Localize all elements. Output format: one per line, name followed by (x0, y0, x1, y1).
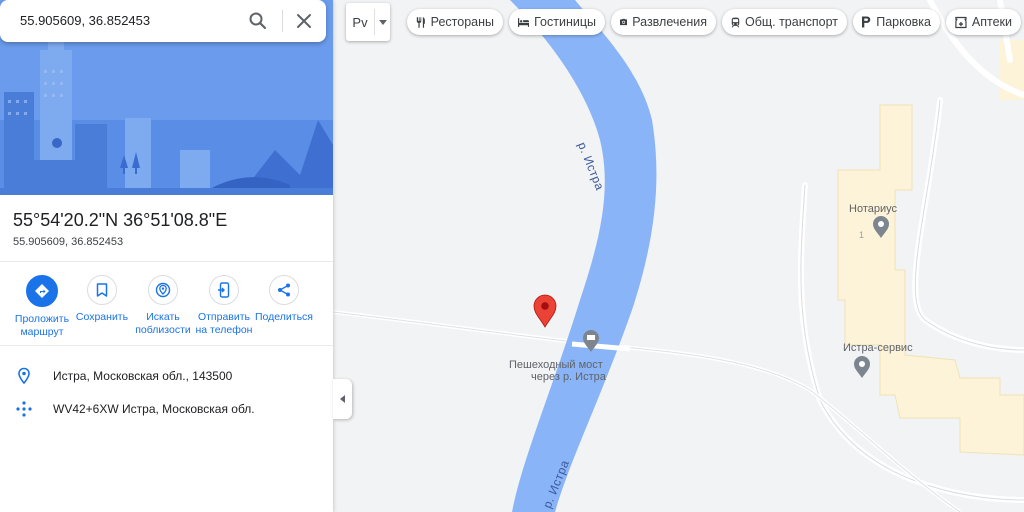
chip-entertainment-label: Развлечения (632, 15, 707, 29)
notary-label[interactable]: Нотариус (849, 203, 897, 215)
chevron-left-icon (339, 395, 345, 403)
caret-down-icon[interactable] (375, 3, 390, 41)
location-pin-icon (15, 367, 33, 385)
restaurant-icon (416, 16, 425, 28)
address-row[interactable]: Истра, Московская обл., 143500 (0, 361, 333, 391)
nearby-label-2: поблизости (135, 324, 191, 336)
chip-hotels[interactable]: Гостиницы (509, 9, 605, 35)
chip-transit-label: Общ. транспорт (744, 15, 838, 29)
save-label: Сохранить (75, 311, 129, 323)
layers-control[interactable]: Рv (346, 3, 390, 41)
nearby-icon (148, 275, 178, 305)
directions-icon (26, 275, 58, 307)
chip-parking[interactable]: Парковка (853, 9, 940, 35)
search-divider (282, 10, 283, 32)
search-input[interactable] (20, 13, 240, 28)
directions-label-2: маршрут (20, 326, 64, 338)
directions-label-1: Проложить (14, 313, 70, 325)
send-label-1: Отправить (197, 311, 251, 323)
place-subtitle: 55.905609, 36.852453 (13, 236, 124, 248)
parking-icon (862, 16, 871, 28)
address-text: Истра, Московская обл., 143500 (53, 369, 233, 383)
share-icon (269, 275, 299, 305)
building-number: 1 (859, 230, 865, 240)
camera-icon (620, 18, 628, 26)
bookmark-icon (87, 275, 117, 305)
place-title: 55°54'20.2"N 36°51'08.8"E (13, 210, 228, 230)
transit-icon (731, 17, 740, 27)
bridge-label-line1[interactable]: Пешеходный мост (509, 359, 603, 371)
plus-code-icon (15, 400, 33, 418)
search-icon[interactable] (248, 11, 268, 31)
search-box (0, 0, 326, 42)
plus-code-text: WV42+6XW Истра, Московская обл. (53, 402, 255, 416)
chip-entertainment[interactable]: Развлечения (611, 9, 716, 35)
chip-parking-label: Парковка (876, 15, 931, 29)
send-label-2: на телефон (195, 324, 253, 336)
close-icon[interactable] (294, 11, 314, 31)
layers-toggle-label[interactable]: Рv (346, 3, 374, 41)
chip-restaurants[interactable]: Рестораны (407, 9, 503, 35)
bridge-label-line2[interactable]: через р. Истра (531, 371, 606, 383)
divider (0, 345, 333, 346)
plus-code-row[interactable]: WV42+6XW Истра, Московская обл. (0, 394, 333, 424)
chip-pharmacies[interactable]: Аптеки (946, 9, 1021, 35)
place-panel: 55°54'20.2"N 36°51'08.8"E 55.905609, 36.… (0, 0, 333, 512)
chip-transit[interactable]: Общ. транспорт (722, 9, 847, 35)
save-button[interactable]: Сохранить (70, 275, 134, 324)
service-label[interactable]: Истра-сервис (843, 342, 913, 354)
nearby-label-1: Искать (146, 311, 180, 323)
chip-pharmacies-label: Аптеки (971, 15, 1012, 29)
send-to-phone-button[interactable]: Отправить на телефон (192, 275, 256, 337)
chip-restaurants-label: Рестораны (430, 15, 494, 29)
share-button[interactable]: Поделиться (252, 275, 316, 324)
share-label: Поделиться (255, 311, 313, 323)
chip-hotels-label: Гостиницы (534, 15, 596, 29)
directions-button[interactable]: Проложить маршрут (10, 275, 74, 339)
hotel-icon (518, 17, 530, 27)
send-to-phone-icon (209, 275, 239, 305)
pharmacy-icon (955, 16, 967, 28)
divider (0, 261, 333, 262)
nearby-button[interactable]: Искать поблизости (131, 275, 195, 337)
collapse-panel-button[interactable] (333, 379, 352, 419)
